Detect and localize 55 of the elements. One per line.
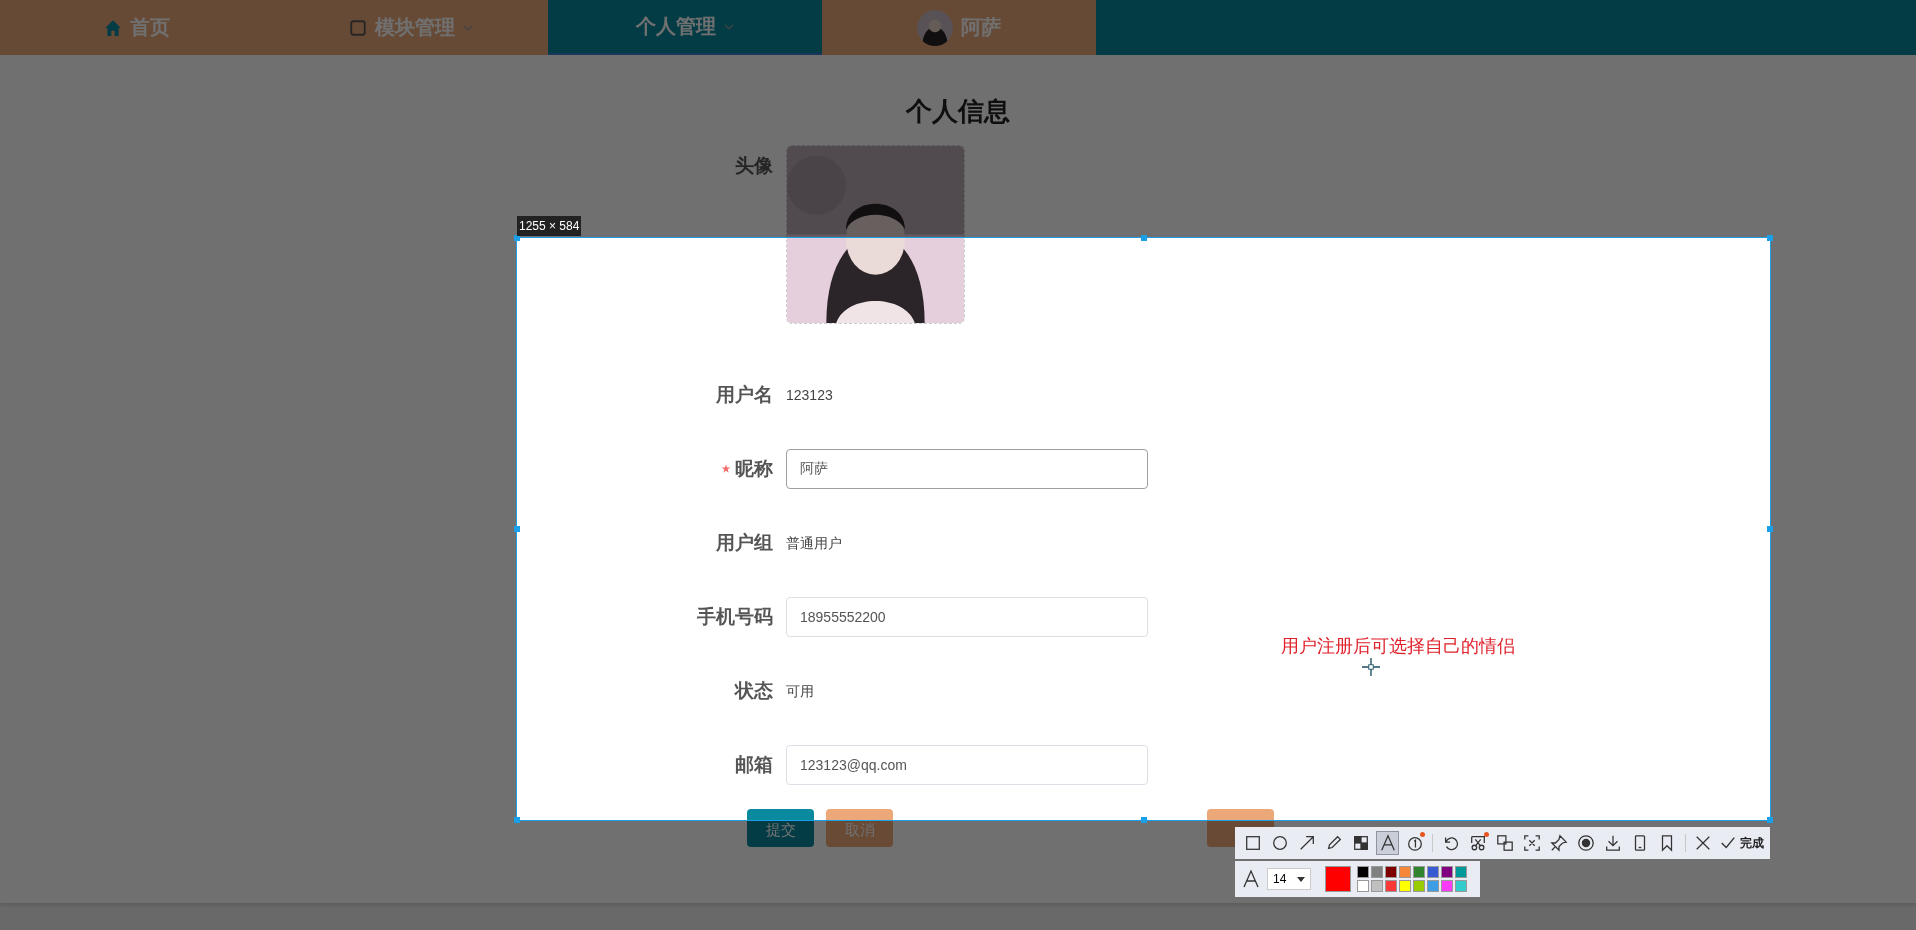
color-swatch[interactable] [1385, 880, 1397, 892]
field-value: 可用 [786, 682, 814, 699]
square-icon [349, 18, 367, 37]
field-label: 头像 [735, 154, 773, 178]
field-label: 状态 [735, 679, 773, 703]
color-swatch[interactable] [1441, 880, 1453, 892]
pin-icon [1550, 834, 1569, 852]
size-label: 1255 × 584 [517, 216, 582, 236]
color-swatch[interactable] [1399, 880, 1411, 892]
field-label: 昵称 [735, 457, 773, 481]
field-label: 用户名 [716, 383, 773, 407]
annotation-text: 用户注册后可选择自己的情侣 [1281, 635, 1515, 658]
input-field[interactable]: 18955552200 [786, 597, 1148, 637]
form-button[interactable]: 提交 [747, 809, 814, 847]
done-button[interactable]: 完成 [1718, 834, 1764, 852]
mosaic-icon [1351, 834, 1370, 852]
color-swatch[interactable] [1413, 866, 1425, 878]
field-label: 用户组 [716, 531, 773, 555]
translate-icon [1496, 834, 1515, 852]
color-swatch[interactable] [1357, 880, 1369, 892]
color-swatch[interactable] [1441, 866, 1453, 878]
color-swatch[interactable] [1371, 880, 1383, 892]
scan-icon [1523, 834, 1542, 852]
crosshair-icon [1362, 658, 1380, 676]
scissors-icon [1469, 834, 1487, 852]
font-icon [1241, 869, 1261, 889]
rect-icon [1243, 834, 1262, 852]
ellipse-icon [1270, 834, 1289, 852]
color-swatch[interactable] [1427, 880, 1439, 892]
field-value: 123123 [786, 387, 833, 403]
download-icon [1604, 834, 1623, 852]
required-star-icon [721, 464, 731, 474]
field-label: 手机号码 [697, 605, 773, 629]
color-swatch[interactable] [1385, 866, 1397, 878]
page-title: 个人信息 [905, 95, 1011, 127]
color-swatch[interactable] [1427, 866, 1439, 878]
font-size-select[interactable]: 14 [1267, 868, 1311, 890]
home-icon [104, 18, 122, 37]
toolbar-button[interactable] [1376, 831, 1400, 855]
field-value: 普通用户 [786, 534, 842, 551]
color-swatch[interactable] [1357, 866, 1369, 878]
text-icon [1378, 834, 1397, 852]
color-swatch[interactable] [1413, 880, 1425, 892]
input-field[interactable]: 阿萨 [786, 449, 1148, 489]
current-color-swatch[interactable] [1325, 866, 1351, 892]
nav-tab[interactable]: 个人管理 [548, 0, 822, 55]
color-swatch[interactable] [1455, 880, 1467, 892]
color-swatch[interactable] [1371, 866, 1383, 878]
color-swatch[interactable] [1455, 866, 1467, 878]
caret-icon [1297, 876, 1305, 882]
input-field[interactable]: 123123@qq.com [786, 745, 1148, 785]
color-swatch[interactable] [1399, 866, 1411, 878]
number-icon [1405, 834, 1424, 852]
record-icon [1577, 834, 1596, 852]
field-label: 邮箱 [735, 753, 773, 777]
